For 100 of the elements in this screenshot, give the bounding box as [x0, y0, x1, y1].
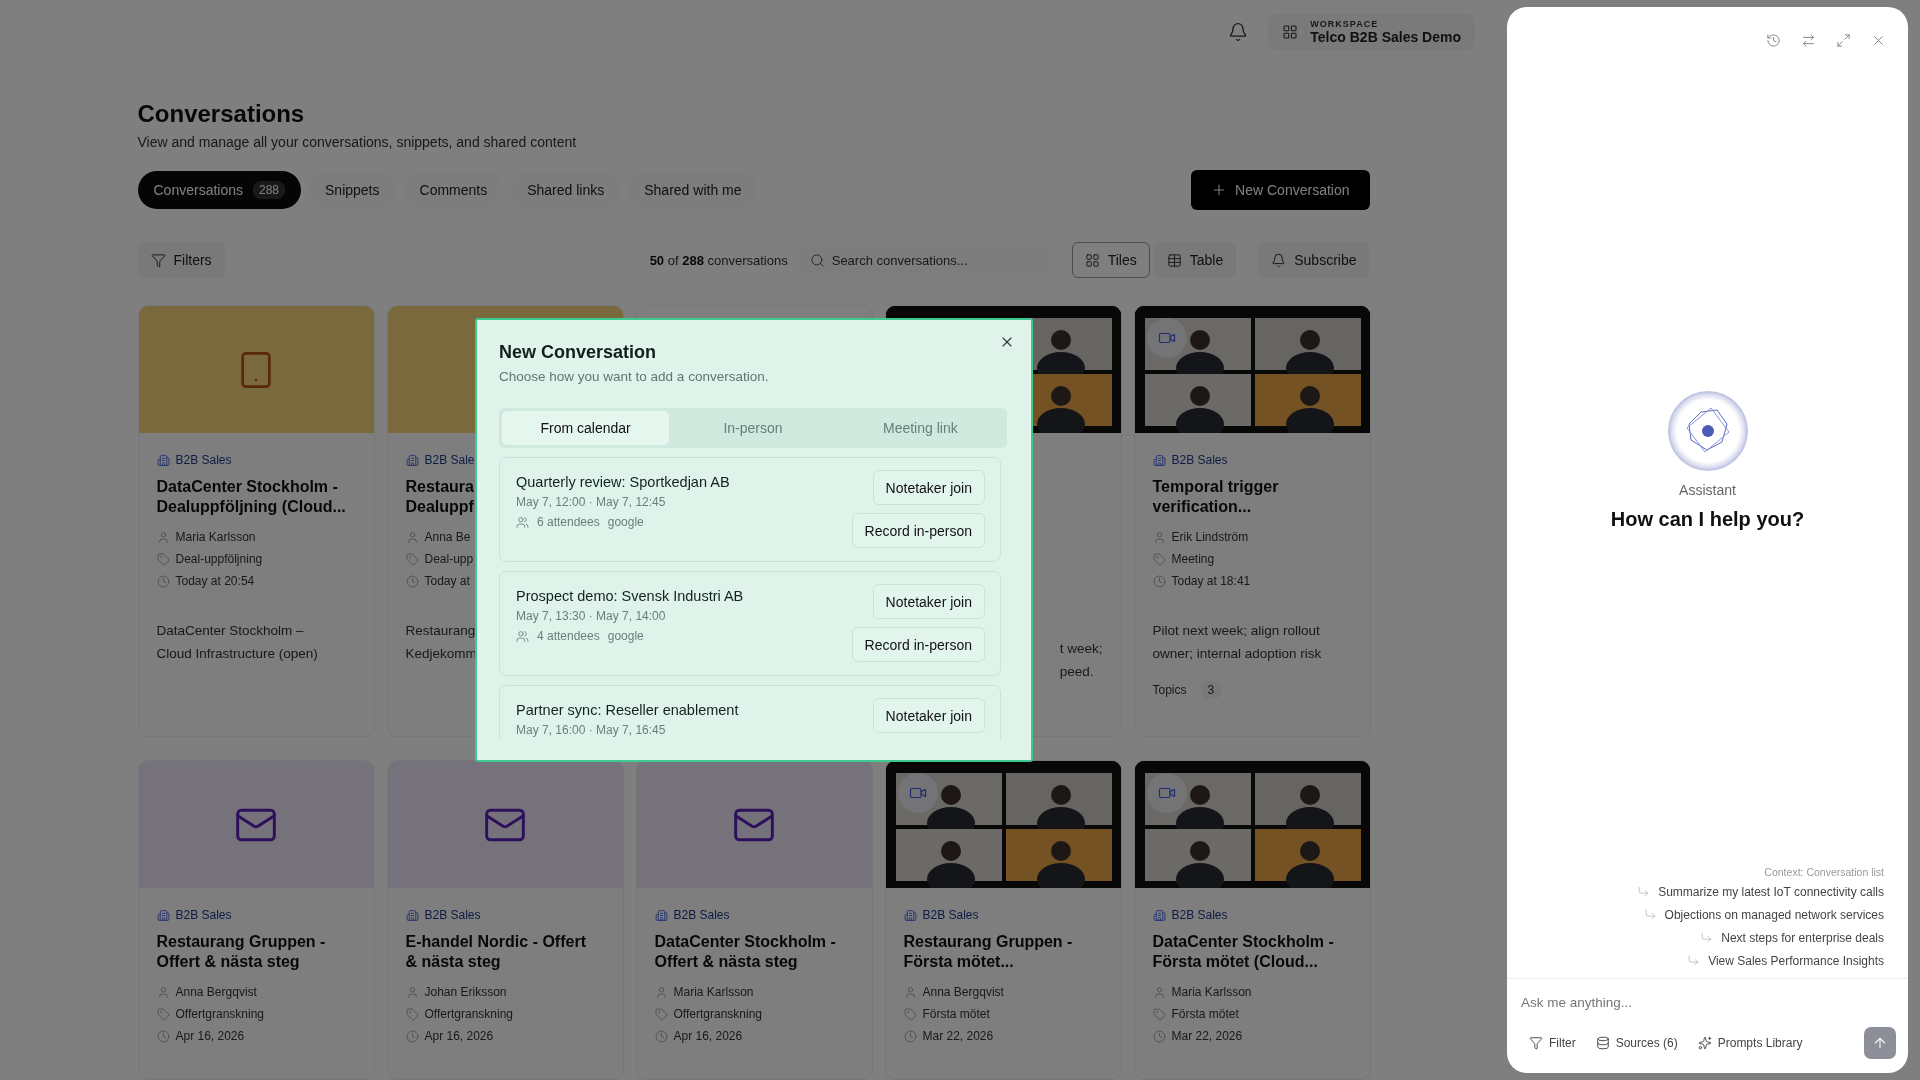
source-tab[interactable]: In-person [669, 411, 837, 445]
corner-arrow-icon [1700, 931, 1714, 944]
subscribe-button[interactable]: Subscribe [1258, 242, 1370, 278]
clock-icon [156, 574, 170, 588]
conversation-card[interactable]: B2B Sales Restaurang Gruppen - Offert & nästa steg Anna Bergqvist Offertgranskning Apr 16, 2026 [137, 760, 375, 1080]
category-label: B2B Sales [175, 453, 232, 467]
card-title: Restaurang Gruppen - Första mötet... [903, 932, 1073, 972]
conversation-card[interactable]: B2B Sales Temporal trigger verification... Erik Lindström Meeting Today at 18:41 Pilot next week; align rollout owner; internal adoption risk Topics 3 [1133, 305, 1371, 737]
building-icon [156, 453, 170, 467]
category-label: B2B Sales [175, 908, 232, 922]
card-title: Temporal trigger verification... [1152, 477, 1279, 517]
notetaker-join-button[interactable]: Notetaker join [872, 470, 985, 505]
meeting-type: Offertgranskning [673, 1007, 762, 1021]
person-icon [156, 530, 170, 544]
notetaker-join-button[interactable]: Notetaker join [872, 698, 985, 733]
swap-arrows-icon [1801, 33, 1816, 48]
notifications-button[interactable] [1228, 22, 1249, 42]
expand-button[interactable] [1836, 33, 1851, 48]
owner-name: Maria Karlsson [175, 530, 256, 544]
category-label: B2B Sales [1171, 908, 1228, 922]
timestamp: Apr 16, 2026 [673, 1029, 743, 1043]
timestamp: Today at 20:54 [175, 574, 255, 588]
category-label: B2B Sales [1171, 453, 1228, 467]
conversation-card[interactable]: B2B Sales Restaurang Gruppen - Första mötet... Anna Bergqvist Första mötet Mar 22, 2026 [884, 760, 1122, 1080]
tab[interactable]: Conversations 288 [137, 171, 302, 209]
history-button[interactable] [1766, 33, 1781, 48]
card-title: Restaura Dealuppf [405, 477, 474, 517]
grid-icon [1282, 24, 1299, 40]
timestamp: Mar 22, 2026 [922, 1029, 994, 1043]
category-label: B2B Sale [424, 453, 475, 467]
dialog-title: New Conversation [499, 342, 658, 363]
bell-icon [1271, 252, 1287, 268]
timestamp: Today at [424, 574, 470, 588]
tag-icon [903, 1007, 917, 1021]
corner-arrow-icon [1637, 885, 1651, 898]
assistant-logo-icon [1666, 390, 1749, 472]
context-label: Context: Conversation list [1764, 866, 1884, 878]
tag-icon [405, 552, 419, 566]
card-summary: DataCenter Stockholm – Cloud Infrastructure (open) [156, 622, 318, 663]
suggestion-link[interactable]: Objections on managed network services [1643, 905, 1884, 924]
person-icon [903, 985, 917, 999]
source-tab[interactable]: Meeting link [836, 411, 1004, 445]
record-button[interactable]: Record in-person [851, 513, 985, 548]
topics-count: 3 [1200, 681, 1222, 699]
clock-icon [1152, 574, 1166, 588]
event-time: May 7, 13:30 · May 7, 14:00 [516, 609, 667, 623]
assistant-action[interactable]: Filter [1529, 1036, 1576, 1050]
meeting-type: Meeting [1171, 552, 1215, 566]
workspace-label: WORKSPACE [1310, 19, 1380, 29]
assistant-action[interactable]: Prompts Library [1697, 1036, 1803, 1050]
suggestion-link[interactable]: Summarize my latest IoT connectivity calls [1637, 882, 1884, 901]
workspace-switcher[interactable]: WORKSPACE Telco B2B Sales Demo [1268, 13, 1475, 51]
new-conversation-button[interactable]: New Conversation [1191, 170, 1370, 210]
notetaker-join-button[interactable]: Notetaker join [872, 584, 985, 619]
conversation-card[interactable]: B2B Sales DataCenter Stockholm - Dealuppföljning (Cloud... Maria Karlsson Deal-uppföljning Today at 20:54 DataCenter Stockholm – Cloud Infrastructure (open) [137, 305, 375, 737]
tag-icon [156, 552, 170, 566]
owner-name: Maria Karlsson [1171, 985, 1252, 999]
category-label: B2B Sales [673, 908, 730, 922]
owner-name: Anna Be [424, 530, 471, 544]
event-time: May 7, 12:00 · May 7, 12:45 [516, 495, 667, 509]
card-title: DataCenter Stockholm - Offert & nästa steg [654, 932, 836, 972]
corner-arrow-icon [1687, 954, 1701, 967]
clock-icon [405, 1029, 419, 1043]
person-icon [1152, 530, 1166, 544]
clock-icon [156, 1029, 170, 1043]
owner-name: Anna Bergqvist [922, 985, 1004, 999]
filter-icon [150, 252, 166, 268]
bell-icon [1228, 22, 1249, 42]
event-time: May 7, 16:00 · May 7, 16:45 [516, 723, 667, 737]
attendee-count: 6 attendees [537, 515, 600, 529]
conversation-card[interactable]: B2B Sales DataCenter Stockholm - Offert & nästa steg Maria Karlsson Offertgranskning Apr 16, 2026 [635, 760, 873, 1080]
suggestion-link[interactable]: Next steps for enterprise deals [1700, 928, 1884, 947]
search-icon [809, 253, 825, 268]
source-tab[interactable]: From calendar [502, 411, 670, 445]
swap-button[interactable] [1801, 33, 1816, 48]
owner-name: Anna Bergqvist [175, 985, 257, 999]
category-label: B2B Sales [424, 908, 481, 922]
calendar-source: google [607, 629, 644, 643]
table-icon [1166, 252, 1182, 268]
building-icon [654, 908, 668, 922]
card-summary: Pilot next week; align rollout owner; internal adoption risk [1152, 622, 1322, 663]
owner-name: Erik Lindström [1171, 530, 1249, 544]
tag-icon [405, 1007, 419, 1021]
view-toggle[interactable]: Tiles [1071, 242, 1150, 278]
filters-button[interactable]: Filters [137, 242, 225, 278]
conversation-card[interactable]: B2B Sales DataCenter Stockholm - Första mötet (Cloud... Maria Karlsson Första mötet Mar 22, 2026 [1133, 760, 1371, 1080]
record-button[interactable]: Record in-person [851, 627, 985, 662]
owner-name: Maria Karlsson [673, 985, 754, 999]
timestamp: Apr 16, 2026 [175, 1029, 245, 1043]
assistant-action[interactable]: Sources (6) [1595, 1036, 1678, 1050]
tag-icon [156, 1007, 170, 1021]
suggestion-link[interactable]: View Sales Performance Insights [1687, 951, 1884, 970]
send-button[interactable] [1864, 1027, 1896, 1059]
building-icon [1152, 453, 1166, 467]
workspace-name: Telco B2B Sales Demo [1310, 29, 1461, 45]
conversation-card[interactable]: B2B Sales E-handel Nordic - Offert & nästa steg Johan Eriksson Offertgranskning Apr 16, 2026 [386, 760, 624, 1080]
view-toggle[interactable]: Table [1153, 242, 1237, 278]
card-title: DataCenter Stockholm - Första mötet (Cloud... [1152, 932, 1334, 972]
dialog-subtitle: Choose how you want to add a conversation. [499, 369, 770, 384]
chat-input[interactable]: Ask me anything... [1519, 991, 1896, 1013]
